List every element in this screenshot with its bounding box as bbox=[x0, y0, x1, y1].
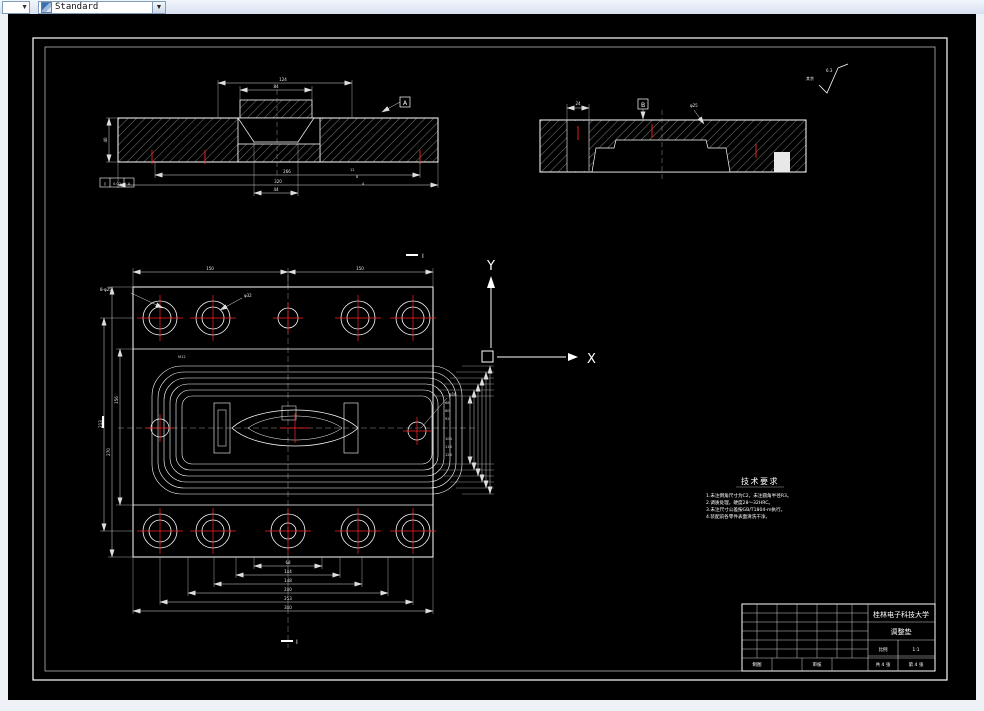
extension-lines bbox=[132, 268, 434, 287]
gdt-frame: ∥ 0.02 A bbox=[99, 177, 135, 188]
leader-line bbox=[130, 292, 164, 309]
dim-label: 104 bbox=[445, 437, 453, 441]
plan-view: φ16 8-φ25 φ32 M12 150 150 213 270 156 68… bbox=[98, 253, 494, 648]
scale-label: 比例 bbox=[879, 646, 888, 653]
cad-window: ▼ Standard ▼ 其余 6.3 84 124 40 266 320 44… bbox=[0, 0, 984, 711]
datum-label: A bbox=[403, 100, 408, 107]
title-block: 桂林电子科技大学 调整垫 比例 1:1 共 4 张 第 4 张 制图 审核 bbox=[741, 603, 936, 672]
leader-label: φ25 bbox=[690, 103, 698, 108]
roughness-tail bbox=[837, 63, 849, 69]
ucs-x-arrow-icon bbox=[568, 353, 578, 361]
scale-value: 1:1 bbox=[912, 647, 919, 653]
section-mark-label: Ⅰ bbox=[296, 639, 298, 646]
hatch-region bbox=[117, 117, 239, 163]
dim-label: 150 bbox=[356, 266, 364, 271]
mini-dropdown[interactable]: ▼ bbox=[2, 0, 30, 14]
ucs-x-label: X bbox=[587, 352, 596, 367]
extension-lines bbox=[566, 104, 590, 121]
chevron-down-icon: ▼ bbox=[155, 3, 163, 11]
dim-label: 270 bbox=[106, 448, 111, 456]
mid-crosshairs bbox=[146, 413, 431, 445]
hatch-region-boss bbox=[239, 99, 313, 119]
style-combo-value: Standard bbox=[55, 1, 99, 12]
dim-label: 128 bbox=[445, 453, 453, 457]
dim-label: 44 bbox=[273, 187, 279, 192]
leader-label: φ16 bbox=[449, 392, 457, 397]
dim-label: 253 bbox=[284, 596, 292, 601]
datum-label: B bbox=[641, 102, 645, 109]
ucs-icon: Y X bbox=[481, 259, 596, 367]
top-row-crosshairs bbox=[137, 295, 436, 341]
dim-label: 68 bbox=[285, 560, 291, 565]
section-view-right: 24 B φ25 bbox=[539, 98, 807, 182]
datum-leader bbox=[381, 101, 401, 113]
plate-outline bbox=[132, 286, 434, 558]
dim-label: 8 bbox=[356, 175, 359, 179]
dim-label: 40 bbox=[103, 137, 108, 143]
style-icon bbox=[41, 1, 52, 13]
style-combo[interactable]: Standard ▼ bbox=[38, 0, 166, 14]
check-label: 审核 bbox=[813, 661, 822, 668]
gate-insert bbox=[281, 405, 297, 421]
dim-label: 320 bbox=[274, 179, 282, 184]
toolbar: ▼ Standard ▼ bbox=[0, 0, 984, 14]
right-dim-lines bbox=[467, 365, 493, 495]
tech-requirements: 技术要求 1.未注倒角尺寸为C2，未注圆角半径R3。 2.调质处理，硬度28～3… bbox=[706, 476, 792, 520]
dim-label: 150 bbox=[206, 266, 214, 271]
dim-label: 12 bbox=[350, 168, 355, 172]
tech-line: 2.调质处理，硬度28～32HRC。 bbox=[706, 499, 773, 506]
gdt-value: 0.02 bbox=[113, 182, 121, 186]
drawing-svg: 其余 6.3 84 124 40 266 320 44 12 8 4 A ∥ 0… bbox=[32, 37, 948, 681]
dim-label: 116 bbox=[445, 445, 453, 449]
dim-label: 148 bbox=[284, 578, 292, 583]
dim-label: 124 bbox=[279, 77, 287, 82]
roughness-prefix: 其余 bbox=[806, 75, 814, 81]
leader-label: φ32 bbox=[244, 293, 252, 298]
dim-label: 266 bbox=[283, 169, 291, 174]
solid-block bbox=[774, 152, 790, 172]
tech-line: 1.未注倒角尺寸为C2，未注圆角半径R3。 bbox=[706, 492, 792, 499]
dim-label: 4 bbox=[362, 182, 365, 186]
dim-label: 84 bbox=[273, 84, 279, 89]
part-name: 调整垫 bbox=[891, 627, 912, 636]
sheet-total: 共 4 张 bbox=[876, 661, 891, 668]
dim-label: 200 bbox=[284, 587, 292, 592]
extension-lines bbox=[100, 286, 133, 558]
style-combo-button[interactable]: ▼ bbox=[152, 1, 165, 13]
section-view-left: 84 124 40 266 320 44 12 8 4 A ∥ 0.02 A bbox=[99, 77, 439, 196]
section-mark-label: Ⅰ bbox=[422, 253, 424, 260]
dim-label: 104 bbox=[284, 569, 292, 574]
nested-pocket-outlines bbox=[151, 365, 463, 495]
ucs-y-arrow-icon bbox=[487, 276, 495, 288]
drawing-canvas[interactable]: 其余 6.3 84 124 40 266 320 44 12 8 4 A ∥ 0… bbox=[8, 14, 976, 700]
thread-label: M12 bbox=[178, 355, 186, 359]
ucs-y-label: Y bbox=[486, 259, 495, 274]
tech-line: 4.装配前各零件表面清洗干净。 bbox=[706, 513, 770, 520]
cavity-profile bbox=[237, 117, 315, 143]
dim-label: 156 bbox=[114, 396, 119, 404]
leader-label: 8-φ25 bbox=[100, 287, 112, 292]
dim-label: 92 bbox=[445, 417, 450, 421]
leader-line bbox=[420, 397, 448, 429]
dim-label: 68 bbox=[445, 401, 450, 405]
dim-label: 24 bbox=[575, 101, 581, 106]
extension-lines bbox=[132, 557, 434, 614]
bottom-row-crosshairs bbox=[137, 508, 436, 554]
draw-label: 制图 bbox=[753, 661, 762, 668]
extension-lines bbox=[432, 365, 494, 495]
gdt-datum: A bbox=[128, 182, 131, 186]
dim-label: 80 bbox=[445, 409, 450, 413]
dim-label: 300 bbox=[284, 605, 292, 610]
tech-title: 技术要求 bbox=[741, 476, 779, 486]
hatch-region bbox=[237, 143, 321, 163]
sheet-number: 第 4 张 bbox=[909, 661, 924, 668]
roughness-value: 6.3 bbox=[826, 68, 833, 73]
chevron-down-icon: ▼ bbox=[21, 3, 28, 11]
roughness-symbol: 其余 6.3 bbox=[806, 63, 849, 94]
gdt-symbol: ∥ bbox=[104, 182, 106, 186]
tech-line: 3.未注尺寸公差按GB/T1804-m执行。 bbox=[706, 506, 785, 513]
ucs-origin-box bbox=[481, 350, 494, 363]
university-name: 桂林电子科技大学 bbox=[873, 610, 929, 619]
